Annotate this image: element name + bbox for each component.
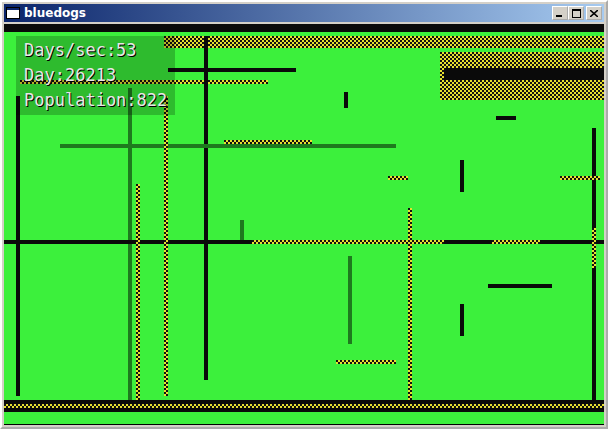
dog-trail — [164, 36, 604, 48]
dog-trail — [492, 240, 540, 244]
window: bluedogs Days/sec:53 Day:26213 Population:8… — [0, 0, 608, 429]
close-icon — [590, 10, 598, 17]
stat-label: Population:822 — [24, 90, 167, 111]
dog-trail — [164, 96, 168, 396]
dog-trail — [224, 140, 312, 144]
maximize-button[interactable] — [568, 6, 584, 20]
client-area: Days/sec:53 Day:26213 Population:822 — [4, 24, 604, 425]
dog-trail — [336, 360, 396, 364]
dog-trail — [252, 240, 444, 244]
dog-trail — [240, 220, 244, 240]
window-icon — [6, 7, 20, 19]
dog-trail — [344, 92, 348, 108]
stats-overlay: Days/sec:53 Day:26213 Population:822 — [16, 36, 175, 115]
stat-label: Days/sec:53 — [24, 40, 167, 61]
dog-trail — [496, 116, 516, 120]
dog-trail — [488, 284, 552, 288]
dog-trail — [16, 96, 20, 396]
dog-trail — [408, 208, 412, 408]
dog-trail — [560, 176, 600, 180]
dog-trail — [348, 256, 352, 344]
dog-trail — [460, 160, 464, 192]
stat-label: Day:26213 — [24, 65, 167, 86]
dog-trail — [592, 228, 596, 268]
dog-trail — [4, 24, 604, 32]
dog-trail — [4, 404, 604, 408]
dog-trail — [460, 304, 464, 336]
dog-trail — [168, 68, 296, 72]
dog-trail — [128, 88, 132, 408]
dog-trail — [136, 184, 140, 404]
title-bar[interactable]: bluedogs — [4, 4, 604, 22]
dog-trail — [204, 36, 208, 380]
dog-trail — [444, 68, 604, 80]
minimize-icon — [556, 10, 564, 17]
maximize-icon — [572, 9, 581, 18]
window-title: bluedogs — [24, 6, 86, 20]
dog-trail — [60, 144, 396, 148]
dog-trail — [388, 176, 408, 180]
game-field[interactable]: Days/sec:53 Day:26213 Population:822 — [4, 24, 604, 424]
minimize-button[interactable] — [552, 6, 568, 20]
close-button[interactable] — [586, 6, 602, 20]
